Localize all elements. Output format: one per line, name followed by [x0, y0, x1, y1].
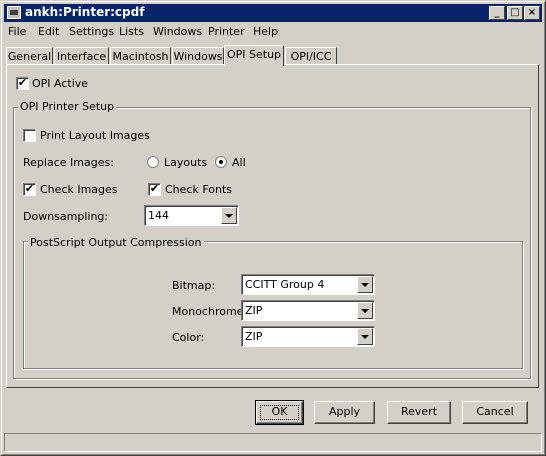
monochrome-value: ZIP	[245, 304, 263, 317]
window-title: ankh:Printer:cpdf	[25, 5, 145, 19]
chevron-down-icon[interactable]	[357, 302, 373, 319]
color-select[interactable]: ZIP	[241, 326, 375, 347]
checkmark-icon: ✔	[149, 182, 160, 195]
check-fonts-label: Check Fonts	[165, 183, 233, 196]
bitmap-select[interactable]: CCITT Group 4	[241, 274, 375, 295]
tab-strip: General Interface Macintosh Windows OPI …	[6, 45, 542, 66]
postscript-compression-title: PostScript Output Compression	[28, 236, 204, 249]
menu-edit[interactable]: Edit	[38, 25, 59, 38]
monochrome-label: Monochrome:	[172, 305, 248, 318]
printer-app-icon	[7, 6, 21, 19]
tab-opi-setup[interactable]: OPI Setup	[224, 45, 284, 66]
tab-interface[interactable]: Interface	[54, 47, 109, 65]
menu-settings[interactable]: Settings	[69, 25, 114, 38]
status-bar	[4, 433, 542, 452]
check-fonts-checkbox[interactable]: ✔	[148, 182, 161, 196]
bitmap-label: Bitmap:	[172, 279, 216, 292]
menu-file[interactable]: File	[8, 25, 26, 38]
maximize-button[interactable]: □	[507, 6, 523, 20]
chevron-down-icon[interactable]	[357, 276, 373, 293]
tab-opi-icc[interactable]: OPI/ICC	[285, 47, 337, 65]
downsampling-label: Downsampling:	[23, 210, 109, 223]
opi-printer-setup-title: OPI Printer Setup	[18, 100, 117, 113]
apply-button[interactable]: Apply	[314, 401, 375, 424]
chevron-down-icon[interactable]	[357, 328, 373, 345]
downsampling-select[interactable]: 144	[144, 205, 239, 226]
monochrome-select[interactable]: ZIP	[241, 300, 375, 321]
minimize-button[interactable]: _	[489, 6, 505, 20]
title-bar[interactable]: ankh:Printer:cpdf _ □ ×	[4, 4, 542, 22]
replace-all-radio[interactable]	[215, 156, 227, 168]
opi-active-checkbox[interactable]: ✔	[16, 76, 29, 90]
print-layout-images-checkbox[interactable]	[23, 129, 36, 142]
cancel-button[interactable]: Cancel	[462, 401, 528, 424]
chevron-down-icon[interactable]	[221, 207, 237, 224]
tab-macintosh[interactable]: Macintosh	[110, 47, 171, 65]
close-button[interactable]: ×	[524, 6, 540, 20]
radio-dot-icon	[219, 160, 223, 164]
print-layout-images-label: Print Layout Images	[40, 129, 150, 142]
replace-layouts-radio[interactable]	[147, 156, 159, 168]
tab-panel: ✔ OPI Active OPI Printer Setup Print Lay…	[6, 64, 539, 388]
check-images-label: Check Images	[40, 183, 118, 196]
checkmark-icon: ✔	[24, 182, 35, 195]
menu-bar: File Edit Settings Lists Windows Printer…	[4, 23, 542, 41]
color-label: Color:	[172, 331, 205, 344]
opi-active-label: OPI Active	[32, 77, 89, 90]
bitmap-value: CCITT Group 4	[245, 278, 325, 291]
menu-printer[interactable]: Printer	[208, 25, 245, 38]
color-value: ZIP	[245, 330, 263, 343]
check-images-checkbox[interactable]: ✔	[23, 182, 36, 196]
tab-general[interactable]: General	[6, 47, 53, 65]
revert-button[interactable]: Revert	[387, 401, 451, 424]
menu-lists[interactable]: Lists	[119, 25, 144, 38]
ok-button[interactable]: OK	[255, 400, 304, 425]
checkmark-icon: ✔	[17, 76, 28, 89]
app-window: ankh:Printer:cpdf _ □ × File Edit Settin…	[0, 0, 546, 456]
replace-images-label: Replace Images:	[23, 156, 114, 169]
replace-all-label: All	[232, 156, 246, 169]
replace-layouts-label: Layouts	[164, 156, 208, 169]
menu-windows[interactable]: Windows	[153, 25, 202, 38]
focus-rect	[260, 405, 299, 420]
downsampling-value: 144	[148, 209, 169, 222]
menu-help[interactable]: Help	[253, 25, 278, 38]
tab-windows[interactable]: Windows	[172, 47, 224, 65]
